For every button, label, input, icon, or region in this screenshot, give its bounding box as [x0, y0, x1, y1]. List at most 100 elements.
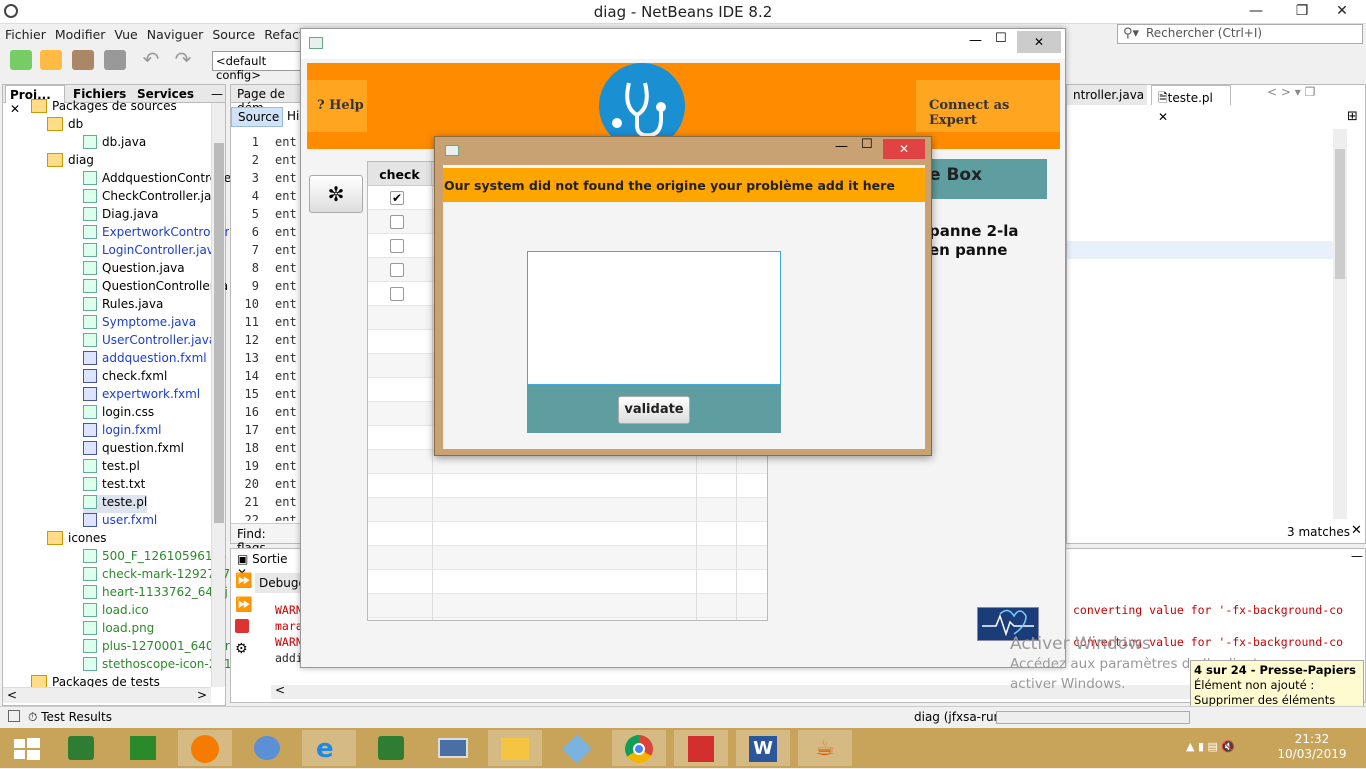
- tree-item[interactable]: icones: [47, 531, 107, 549]
- app-minimize-button[interactable]: —: [969, 33, 982, 48]
- firefox-icon[interactable]: [178, 730, 232, 766]
- file-explorer-icon[interactable]: [488, 730, 542, 766]
- tree-item[interactable]: db.java: [83, 135, 146, 153]
- table-row[interactable]: [368, 594, 767, 618]
- tab-nav-icons[interactable]: < > ▾ ❐: [1267, 85, 1315, 99]
- acrobat-icon[interactable]: [674, 730, 728, 766]
- tree-item[interactable]: load.png: [83, 621, 154, 639]
- chrome-icon[interactable]: [612, 730, 666, 766]
- tree-item[interactable]: expertwork.fxml: [83, 387, 200, 405]
- remote-desktop-icon[interactable]: [426, 730, 480, 766]
- table-row[interactable]: [368, 546, 767, 570]
- tree-item[interactable]: QuestionController.ja: [83, 279, 228, 297]
- java-icon[interactable]: ☕: [798, 730, 852, 766]
- tree-item[interactable]: stethoscope-icon-231: [83, 657, 232, 675]
- config-select[interactable]: <default config>: [212, 51, 302, 82]
- menu-fichier[interactable]: Fichier: [0, 24, 50, 42]
- tab-source[interactable]: Source: [231, 107, 283, 127]
- row-checkbox[interactable]: [390, 263, 404, 277]
- stop-icon[interactable]: [235, 619, 249, 633]
- redo-icon[interactable]: ↷: [172, 49, 194, 70]
- virtualbox-icon[interactable]: [550, 730, 604, 766]
- tree-item[interactable]: teste.pl: [83, 495, 148, 513]
- menu-modifier[interactable]: Modifier: [50, 24, 110, 42]
- dialog-minimize-button[interactable]: —: [835, 139, 848, 154]
- tab-history[interactable]: Hi: [287, 109, 299, 123]
- tree-item[interactable]: Packages de sources: [31, 99, 177, 117]
- close-icon[interactable]: ✕: [10, 102, 20, 116]
- start-button[interactable]: [0, 730, 54, 766]
- table-row[interactable]: [368, 498, 767, 522]
- settings-icon[interactable]: ⚙: [235, 641, 248, 657]
- store-icon[interactable]: [116, 730, 170, 766]
- app-close-button[interactable]: ✕: [1017, 31, 1061, 53]
- tree-item[interactable]: UserController.java: [83, 333, 216, 351]
- camtasia-icon[interactable]: [364, 730, 418, 766]
- test-results[interactable]: ⏱ Test Results: [28, 710, 112, 725]
- tree-item[interactable]: heart-1133762_640.j: [83, 585, 228, 603]
- tree-item[interactable]: ExpertworkController: [83, 225, 229, 243]
- close-find-icon[interactable]: ✕: [1351, 523, 1362, 538]
- tree-item[interactable]: login.fxml: [83, 423, 161, 441]
- camtasia-recorder-icon[interactable]: [54, 730, 108, 766]
- minimize-panel-icon[interactable]: —: [207, 85, 227, 103]
- close-button[interactable]: ✕: [1320, 0, 1364, 22]
- row-checkbox[interactable]: ✔: [390, 191, 404, 205]
- restore-icon[interactable]: [8, 710, 20, 722]
- tree-item[interactable]: db: [47, 117, 83, 135]
- connect-expert-button[interactable]: Connect as Expert: [916, 80, 1060, 132]
- tree-hscrollbar[interactable]: < >: [3, 687, 211, 703]
- rerun-icon[interactable]: ⏩: [235, 573, 252, 589]
- tree-item[interactable]: addquestion.fxml: [83, 351, 207, 369]
- tree-item[interactable]: CheckController.java: [83, 189, 226, 207]
- dialog-close-button[interactable]: ✕: [883, 139, 925, 159]
- output-scroll-icons[interactable]: —: [1351, 549, 1363, 563]
- validate-button[interactable]: validate: [618, 396, 690, 424]
- tree-item[interactable]: LoginController.java: [83, 243, 221, 261]
- tree-item[interactable]: Diag.java: [83, 207, 159, 225]
- tree-item[interactable]: diag: [47, 153, 94, 171]
- menu-vue[interactable]: Vue: [109, 24, 141, 42]
- tree-item[interactable]: login.css: [83, 405, 154, 423]
- new-project-icon[interactable]: [40, 50, 62, 70]
- row-checkbox[interactable]: [390, 239, 404, 253]
- tray-icons[interactable]: ▲ ▮ ▤ 🔇: [1186, 740, 1235, 753]
- editor-tab[interactable]: Page de dém: [231, 85, 301, 115]
- minimize-button[interactable]: —: [1234, 0, 1278, 22]
- tree-item[interactable]: Symptome.java: [83, 315, 196, 333]
- dialog-maximize-button[interactable]: ☐: [861, 137, 873, 152]
- app-maximize-button[interactable]: ☐: [995, 31, 1007, 46]
- close-icon[interactable]: ✕: [1158, 110, 1168, 124]
- split-icon[interactable]: ⊞: [1347, 109, 1358, 124]
- help-button[interactable]: ? Help: [307, 80, 367, 132]
- table-row[interactable]: [368, 474, 767, 498]
- table-row[interactable]: [368, 570, 767, 594]
- open-project-icon[interactable]: [72, 50, 94, 70]
- tree-item[interactable]: question.fxml: [83, 441, 184, 459]
- tree-item[interactable]: Question.java: [83, 261, 185, 279]
- tree-item[interactable]: plus-1270001_640.pr: [83, 639, 230, 657]
- row-checkbox[interactable]: [390, 287, 404, 301]
- internet-explorer-icon[interactable]: e: [302, 730, 356, 766]
- editor-scrollbar[interactable]: [1333, 129, 1347, 519]
- code-area[interactable]: 1 ent 2 ent 3 ent 4 ent 5 ent 6 ent 7 ent 8 ent 9 ent 10 en…: [231, 131, 301, 521]
- tab-teste-pl[interactable]: 🗎teste.pl ✕: [1151, 85, 1231, 124]
- tree-item[interactable]: test.pl: [83, 459, 140, 477]
- undo-icon[interactable]: ↶: [140, 49, 162, 70]
- maximize-button[interactable]: ❐: [1280, 0, 1324, 22]
- row-checkbox[interactable]: [390, 215, 404, 229]
- tree-item[interactable]: AddquestionControlle: [83, 171, 231, 189]
- tree-item[interactable]: test.txt: [83, 477, 145, 495]
- tree-item[interactable]: user.fxml: [83, 513, 157, 531]
- new-file-icon[interactable]: [10, 50, 32, 70]
- loading-icon[interactable]: ✼: [309, 175, 363, 213]
- tab-debug[interactable]: Debugg: [255, 573, 306, 593]
- tree-item[interactable]: check.fxml: [83, 369, 167, 387]
- network-icon[interactable]: [240, 730, 294, 766]
- word-icon[interactable]: W: [736, 730, 790, 766]
- menu-naviguer[interactable]: Naviguer: [142, 24, 208, 42]
- tree-item[interactable]: Rules.java: [83, 297, 163, 315]
- clock[interactable]: 21:32 10/03/2019: [1270, 732, 1354, 762]
- save-all-icon[interactable]: [104, 50, 126, 70]
- tab-controller-java[interactable]: ntroller.java: [1067, 85, 1147, 105]
